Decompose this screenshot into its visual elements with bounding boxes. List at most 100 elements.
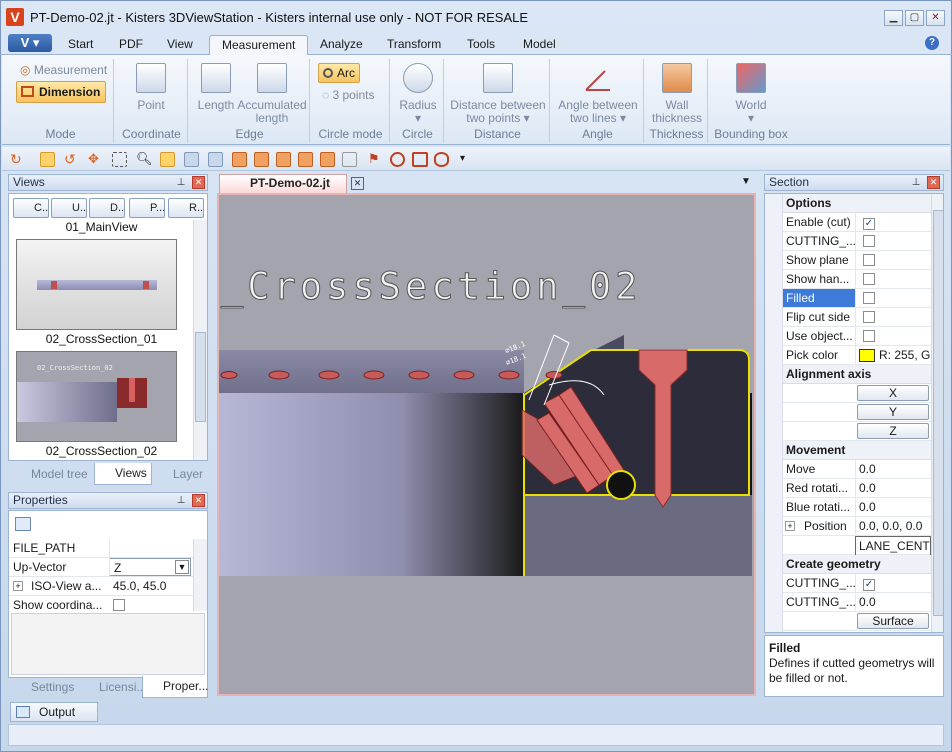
show-coordinates-checkbox[interactable] (113, 599, 125, 611)
expand-icon[interactable]: + (13, 581, 23, 591)
panel-close-icon[interactable]: ✕ (927, 176, 940, 189)
option-enable-cut[interactable]: Enable (cut) ✓ (765, 213, 931, 232)
select-edge-icon[interactable] (208, 152, 223, 167)
angle-button[interactable]: Angle between two lines ▾ (552, 63, 644, 125)
tab-model-tree[interactable]: Model tree (10, 463, 96, 485)
clock-icon[interactable] (390, 152, 405, 167)
create-cutting-value-row[interactable]: CUTTING_... 0.0 (765, 593, 931, 612)
view-right-icon[interactable] (298, 152, 313, 167)
views-scrollbar[interactable] (193, 220, 207, 460)
movement-red-rotation[interactable]: Red rotati... 0.0 (765, 479, 931, 498)
lasso-icon[interactable] (434, 152, 449, 167)
document-list-dropdown[interactable]: ▼ (741, 176, 751, 187)
surface-button[interactable]: Surface (857, 613, 929, 629)
up-vector-select[interactable]: Z ▼ (109, 558, 191, 576)
box-zoom-icon[interactable] (112, 152, 127, 167)
panel-close-icon[interactable]: ✕ (192, 176, 205, 189)
view-item-label[interactable]: 02_CrossSection_02 (9, 444, 193, 458)
zoom-icon[interactable]: 🔍︎ (136, 152, 153, 167)
views-rename-button[interactable]: R... (168, 198, 204, 218)
pan-icon[interactable]: ✥ (88, 152, 103, 167)
close-button[interactable]: ✕ (926, 10, 945, 26)
axis-x-button[interactable]: X (857, 385, 929, 401)
movement-move[interactable]: Move 0.0 (765, 460, 931, 479)
enable-cut-checkbox[interactable]: ✓ (863, 218, 875, 230)
view-back-icon[interactable] (254, 152, 269, 167)
application-menu-button[interactable]: V ▾ (8, 34, 52, 52)
views-update-button[interactable]: U... (51, 198, 87, 218)
tab-transform[interactable]: Transform (375, 35, 453, 55)
select-part-icon[interactable] (160, 152, 175, 167)
view-thumbnail[interactable] (16, 239, 177, 330)
tab-layer[interactable]: Layer (152, 463, 208, 485)
document-tab[interactable]: PT-Demo-02.jt ✕ (219, 174, 364, 193)
cutting-checkbox[interactable] (863, 235, 875, 247)
toolbar-overflow-icon[interactable]: ▾ (460, 152, 475, 167)
movement-position[interactable]: + Position 0.0, 0.0, 0.0 (765, 517, 931, 536)
section-scrollbar[interactable] (931, 194, 943, 632)
pin-icon[interactable]: ⊥ (910, 176, 922, 189)
maximize-button[interactable]: ▢ (905, 10, 924, 26)
category-alignment-axis[interactable]: ▣Alignment axis (765, 365, 931, 384)
view-left-icon[interactable] (276, 152, 291, 167)
pin-icon[interactable]: ⊥ (175, 494, 187, 507)
length-button[interactable]: Length (194, 63, 238, 112)
distance-button[interactable]: Distance between two points ▾ (446, 63, 550, 125)
view-front-icon[interactable] (232, 152, 247, 167)
tab-analyze[interactable]: Analyze (308, 35, 375, 55)
flag-icon[interactable]: ⚑ (368, 152, 383, 167)
use-object-checkbox[interactable] (863, 330, 875, 342)
3d-viewport[interactable]: ⌀18.1 ⌀18.1 _CrossSection_02 (217, 193, 756, 696)
category-movement[interactable]: ▣Movement (765, 441, 931, 460)
axis-y-button[interactable]: Y (857, 404, 929, 420)
world-button[interactable]: World ▾ (710, 63, 792, 125)
accumulated-length-button[interactable]: Accumulated length (236, 63, 308, 125)
three-points-button[interactable]: ◌ 3 points (322, 88, 375, 102)
tab-start[interactable]: Start (56, 35, 105, 55)
pin-icon[interactable]: ⊥ (175, 176, 187, 189)
tab-settings[interactable]: Settings (10, 676, 80, 698)
view-bottom-icon[interactable] (342, 152, 357, 167)
views-properties-button[interactable]: P... (129, 198, 165, 218)
help-icon[interactable]: ? (925, 36, 939, 50)
movement-blue-rotation[interactable]: Blue rotati... 0.0 (765, 498, 931, 517)
chevron-down-icon[interactable]: ▼ (175, 560, 189, 574)
option-filled[interactable]: Filled (765, 289, 931, 309)
option-flip-cut-side[interactable]: Flip cut side (765, 308, 931, 328)
create-cutting-checkbox-row[interactable]: CUTTING_... ✓ (765, 574, 931, 593)
view-item-label[interactable]: 01_MainView (9, 220, 193, 234)
tab-measurement[interactable]: Measurement (209, 35, 309, 55)
tab-model[interactable]: Model (511, 35, 568, 55)
property-row[interactable]: Show coordina... (9, 596, 193, 611)
orbit-icon[interactable]: ↺ (64, 152, 79, 167)
properties-scrollbar[interactable] (193, 539, 207, 611)
expand-icon[interactable]: + (785, 521, 795, 531)
option-use-object[interactable]: Use object... (765, 327, 931, 347)
axis-z-button[interactable]: Z (857, 423, 929, 439)
property-row[interactable]: + ISO-View a... 45.0, 45.0 (9, 577, 193, 596)
views-delete-button[interactable]: D... (89, 198, 125, 218)
measurement-mode-button[interactable]: ◎ Measurement (20, 63, 107, 77)
option-cutting[interactable]: CUTTING_... (765, 232, 931, 252)
copy-icon[interactable] (15, 517, 31, 531)
rotate-icon[interactable]: ↻ (10, 152, 25, 167)
tab-views[interactable]: Views (94, 463, 152, 485)
view-item-label[interactable]: 02_CrossSection_01 (9, 332, 193, 346)
select-icon[interactable] (40, 152, 55, 167)
tab-pdf[interactable]: PDF (107, 35, 155, 55)
wall-thickness-button[interactable]: Wall thickness (646, 63, 708, 125)
category-options[interactable]: ▣Options (765, 194, 931, 213)
property-row[interactable]: Up-Vector Z ▼ (9, 558, 193, 577)
rectangle-icon[interactable] (412, 152, 428, 167)
radius-button[interactable]: Radius ▾ (394, 63, 442, 125)
view-top-icon[interactable] (320, 152, 335, 167)
filled-checkbox[interactable] (863, 292, 875, 304)
option-show-plane[interactable]: Show plane (765, 251, 931, 271)
tab-tools[interactable]: Tools (455, 35, 507, 55)
tab-properties[interactable]: Proper... (142, 676, 208, 698)
show-plane-checkbox[interactable] (863, 254, 875, 266)
tab-licensing[interactable]: Licensi... (78, 676, 146, 698)
option-show-handles[interactable]: Show han... (765, 270, 931, 290)
movement-plane-center[interactable]: LANE_CENTER (765, 536, 931, 556)
panel-close-icon[interactable]: ✕ (192, 494, 205, 507)
